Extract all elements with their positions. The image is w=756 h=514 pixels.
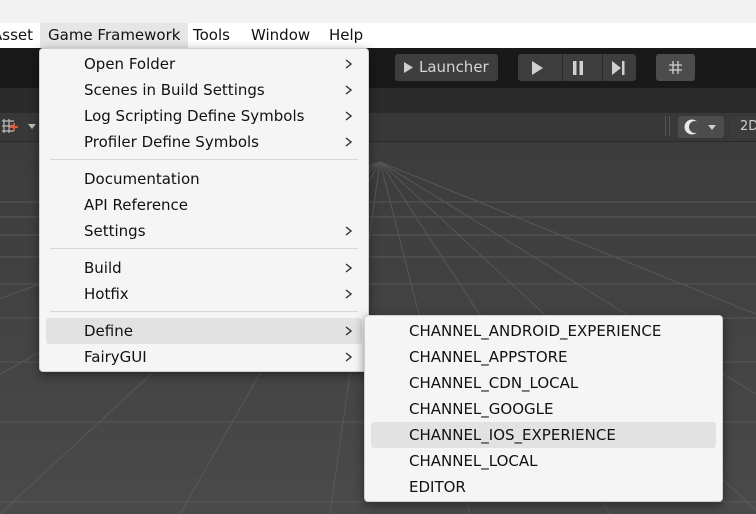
2d-toggle[interactable]: 2D: [730, 116, 756, 138]
menu-separator: [50, 159, 358, 160]
chevron-right-icon: [345, 289, 352, 299]
menu-item-label: API Reference: [84, 196, 189, 214]
chevron-right-icon: [345, 352, 352, 362]
menu-separator: [50, 248, 358, 249]
menu-asset[interactable]: Asset: [0, 23, 33, 48]
define-item-channel-android-experience[interactable]: CHANNEL_ANDROID_EXPERIENCE: [371, 318, 716, 344]
menu-item-api-reference[interactable]: API Reference: [46, 192, 362, 218]
define-item-channel-ios-experience[interactable]: CHANNEL_IOS_EXPERIENCE: [371, 422, 716, 448]
menu-tools[interactable]: Tools: [193, 23, 230, 48]
define-item-label: CHANNEL_APPSTORE: [409, 348, 568, 366]
pause-icon: [573, 60, 583, 75]
menu-item-label: Scenes in Build Settings: [84, 81, 265, 99]
define-item-channel-cdn-local[interactable]: CHANNEL_CDN_LOCAL: [371, 370, 716, 396]
chevron-right-icon: [345, 59, 352, 69]
menu-item-fairygui[interactable]: FairyGUI: [46, 344, 362, 370]
menu-item-hotfix[interactable]: Hotfix: [46, 281, 362, 307]
menu-separator: [50, 311, 358, 312]
step-button[interactable]: [602, 54, 633, 81]
pivot-tool-icon: [2, 119, 36, 133]
define-item-label: CHANNEL_ANDROID_EXPERIENCE: [409, 322, 662, 340]
chevron-right-icon: [345, 111, 352, 121]
play-button[interactable]: [522, 54, 552, 81]
chevron-right-icon: [345, 226, 352, 236]
play-small-icon: [404, 62, 413, 73]
menu-item-scenes-in-build-settings[interactable]: Scenes in Build Settings: [46, 77, 362, 103]
chevron-right-icon: [345, 137, 352, 147]
grid-icon: [669, 61, 682, 74]
menu-item-label: Documentation: [84, 170, 200, 188]
chevron-right-icon: [345, 263, 352, 273]
pause-button[interactable]: [562, 54, 593, 81]
define-item-channel-appstore[interactable]: CHANNEL_APPSTORE: [371, 344, 716, 370]
title-strip: [0, 0, 756, 23]
play-icon: [532, 60, 543, 75]
launcher-button[interactable]: Launcher: [395, 54, 498, 81]
menu-item-label: Define: [84, 322, 133, 340]
define-item-channel-google[interactable]: CHANNEL_GOOGLE: [371, 396, 716, 422]
menu-item-settings[interactable]: Settings: [46, 218, 362, 244]
menu-item-define[interactable]: Define: [46, 318, 362, 344]
chevron-right-icon: [345, 326, 352, 336]
menu-item-build[interactable]: Build: [46, 255, 362, 281]
menu-game-framework[interactable]: Game Framework: [40, 23, 189, 48]
menu-item-log-scripting-define-symbols[interactable]: Log Scripting Define Symbols: [46, 103, 362, 129]
menu-help[interactable]: Help: [329, 23, 363, 48]
chevron-right-icon: [345, 85, 352, 95]
draw-mode-dropdown[interactable]: [678, 116, 724, 138]
tool-handle-button[interactable]: [0, 117, 38, 137]
menu-item-label: FairyGUI: [84, 348, 147, 366]
grid-snap-button[interactable]: [656, 54, 695, 81]
define-item-label: CHANNEL_CDN_LOCAL: [409, 374, 579, 392]
define-item-channel-local[interactable]: CHANNEL_LOCAL: [371, 448, 716, 474]
menubar: Asset Game Framework Tools Window Help: [0, 23, 756, 48]
shading-sphere-icon: [684, 119, 716, 135]
menu-item-label: Settings: [84, 222, 146, 240]
menu-item-open-folder[interactable]: Open Folder: [46, 51, 362, 77]
menu-item-label: Hotfix: [84, 285, 129, 303]
menu-item-label: Log Scripting Define Symbols: [84, 107, 305, 125]
toolbar-divider: [665, 116, 670, 136]
menu-item-documentation[interactable]: Documentation: [46, 166, 362, 192]
define-submenu: CHANNEL_ANDROID_EXPERIENCE CHANNEL_APPST…: [364, 315, 723, 502]
menu-item-label: Build: [84, 259, 122, 277]
game-framework-menu: Open Folder Scenes in Build Settings Log…: [39, 48, 369, 372]
step-icon: [612, 60, 625, 75]
menu-item-label: Profiler Define Symbols: [84, 133, 259, 151]
define-item-label: CHANNEL_GOOGLE: [409, 400, 554, 418]
define-item-label: EDITOR: [409, 478, 466, 496]
launcher-label: Launcher: [419, 58, 489, 76]
menu-item-profiler-define-symbols[interactable]: Profiler Define Symbols: [46, 129, 362, 155]
define-item-label: CHANNEL_LOCAL: [409, 452, 538, 470]
menu-item-label: Open Folder: [84, 55, 176, 73]
define-item-label: CHANNEL_IOS_EXPERIENCE: [409, 426, 616, 444]
playmode-controls: [518, 54, 636, 81]
define-item-editor[interactable]: EDITOR: [371, 474, 716, 500]
menu-window[interactable]: Window: [251, 23, 310, 48]
